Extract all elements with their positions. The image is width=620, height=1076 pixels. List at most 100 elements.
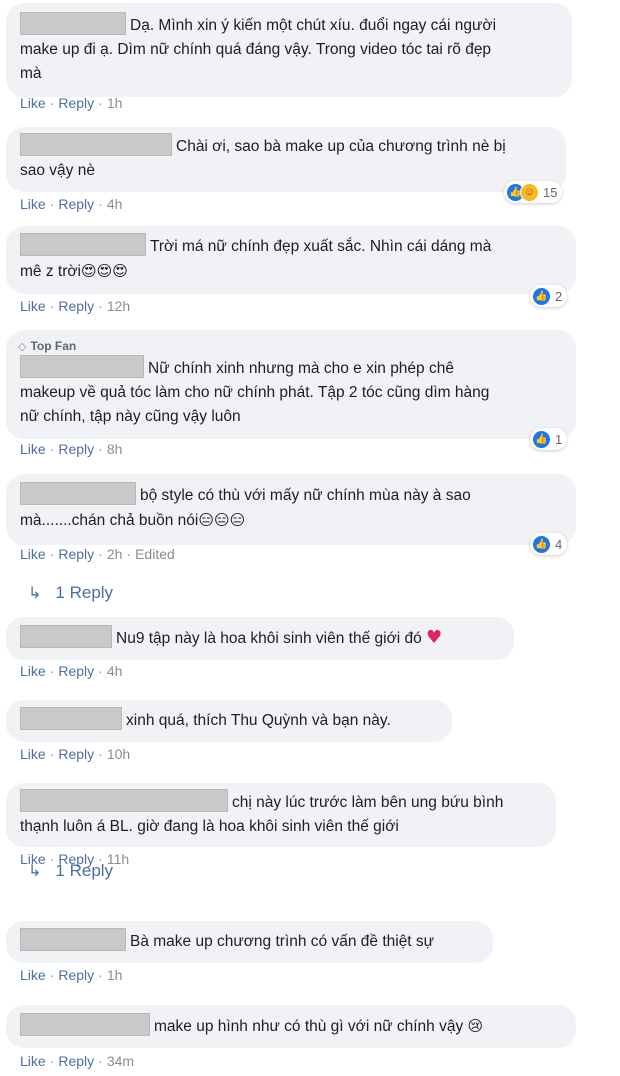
reaction-summary[interactable]: 👍 ☺ 15 — [504, 181, 563, 203]
reply-link[interactable]: Reply — [58, 95, 94, 111]
reaction-summary[interactable]: 👍 1 — [530, 428, 568, 450]
reply-link[interactable]: Reply — [58, 441, 94, 457]
like-link[interactable]: Like — [20, 1053, 46, 1069]
reaction-count: 4 — [555, 536, 563, 552]
comment-actions: Like · Reply · 4h — [20, 663, 123, 679]
reply-arrow-icon: ↳ — [28, 585, 42, 602]
timestamp[interactable]: 4h — [107, 663, 123, 679]
timestamp[interactable]: 2h — [107, 546, 123, 562]
reaction-count: 15 — [543, 184, 558, 200]
like-link[interactable]: Like — [20, 196, 46, 212]
comment-9: Bà make up chương trình có vấn đề thiệt … — [6, 921, 493, 963]
top-fan-badge: ◇ Top Fan — [18, 339, 77, 353]
redacted-author-name — [20, 12, 126, 36]
comment-text-line-1: Trời má nữ chính đẹp xuất sắc. Nhìn cái … — [150, 238, 492, 255]
reply-link[interactable]: Reply — [58, 663, 94, 679]
redacted-author-name — [20, 482, 136, 506]
comment-actions: Like · Reply · 8h — [20, 441, 123, 457]
comment-text-line-1: Chài ơi, sao bà make up của chương trình… — [176, 138, 506, 155]
like-link[interactable]: Like — [20, 298, 46, 314]
comment-text-line-2: thạnh luôn á BL. giờ đang là hoa khôi si… — [20, 818, 399, 835]
comment-text-line-3: mà — [20, 65, 42, 82]
comment-bubble: Nữ chính xinh nhưng mà cho e xin phép ch… — [6, 330, 576, 439]
comment-actions: Like · Reply · 12h — [20, 298, 131, 314]
reply-link[interactable]: Reply — [58, 967, 94, 983]
comment-text-line-2: sao vậy nè — [20, 162, 95, 179]
thumbs-up-icon: 👍 — [532, 429, 551, 449]
reaction-summary[interactable]: 👍 4 — [530, 533, 568, 555]
like-link[interactable]: Like — [20, 95, 46, 111]
timestamp[interactable]: 10h — [107, 746, 130, 762]
reply-link[interactable]: Reply — [58, 746, 94, 762]
like-link[interactable]: Like — [20, 746, 46, 762]
timestamp[interactable]: 1h — [107, 967, 123, 983]
like-link[interactable]: Like — [20, 663, 46, 679]
comment-text-line-1: chị này lúc trước làm bên ung bứu bình — [232, 794, 504, 811]
comment-bubble: Chài ơi, sao bà make up của chương trình… — [6, 127, 566, 192]
comment-bubble: chị này lúc trước làm bên ung bứu bình t… — [6, 783, 556, 847]
reply-link[interactable]: Reply — [58, 196, 94, 212]
comment-bubble: bộ style có thù với mấy nữ chính mùa này… — [6, 474, 576, 545]
heart-eyes-emoji: 😍😍😍 — [80, 262, 128, 280]
diamond-icon: ◇ — [18, 341, 27, 353]
comment-feed: Dạ. Mình xin ý kiến một chút xíu. đuổi n… — [0, 0, 620, 1076]
reply-arrow-icon: ↳ — [28, 863, 42, 880]
redacted-author-name — [20, 355, 144, 379]
comment-actions: Like · Reply · 2h · Edited — [20, 546, 175, 562]
reply-link[interactable]: Reply — [58, 546, 94, 562]
timestamp[interactable]: 34m — [107, 1053, 134, 1069]
comment-text-line-1: Nữ chính xinh nhưng mà cho e xin phép ch… — [148, 360, 454, 377]
like-link[interactable]: Like — [20, 967, 46, 983]
comment-5: bộ style có thù với mấy nữ chính mùa này… — [6, 474, 576, 545]
comment-7: xinh quá, thích Thu Quỳnh và bạn này. — [6, 700, 452, 742]
timestamp[interactable]: 1h — [107, 95, 123, 111]
comment-3: Trời má nữ chính đẹp xuất sắc. Nhìn cái … — [6, 226, 576, 294]
comment-actions: Like · Reply · 1h — [20, 95, 123, 111]
comment-actions: Like · Reply · 1h — [20, 967, 123, 983]
thumbs-up-icon: 👍 — [532, 534, 551, 554]
edited-label[interactable]: Edited — [135, 546, 175, 562]
thumbs-up-icon: 👍 — [532, 286, 551, 306]
comment-bubble: xinh quá, thích Thu Quỳnh và bạn này. — [6, 700, 452, 742]
comment-text-line-1: Dạ. Mình xin ý kiến một chút xíu. đuổi n… — [130, 17, 497, 34]
comment-text-line-2: mà.......chán chả buồn nói — [20, 512, 199, 529]
comment-actions: Like · Reply · 34m — [20, 1053, 135, 1069]
crying-emoji: 😢 — [467, 1017, 484, 1035]
comment-actions: Like · Reply · 10h — [20, 746, 131, 762]
heart-emoji: ♥ — [426, 627, 443, 648]
comment-bubble: Nu9 tập này là hoa khôi sinh viên thế gi… — [6, 617, 514, 660]
like-link[interactable]: Like — [20, 441, 46, 457]
comment-text-line-2: make up đi ạ. Dìm nữ chính quá đáng vậy.… — [20, 41, 492, 58]
comment-text-line-1: Bà make up chương trình có vấn đề thiệt … — [130, 933, 435, 950]
comment-text-line-2: mê z trời — [20, 263, 81, 280]
reply-link[interactable]: Reply — [58, 298, 94, 314]
redacted-author-name — [20, 928, 126, 952]
reply-link[interactable]: Reply — [58, 1053, 94, 1069]
like-link[interactable]: Like — [20, 546, 46, 562]
redacted-author-name — [20, 233, 146, 257]
comment-text-line-1: bộ style có thù với mấy nữ chính mùa này… — [140, 487, 471, 504]
comment-text-line-3: nữ chính, tập này cũng vậy luôn — [20, 408, 241, 425]
view-replies-link[interactable]: ↳ 1 Reply — [28, 861, 113, 881]
timestamp[interactable]: 4h — [107, 196, 123, 212]
redacted-author-name — [20, 1013, 150, 1037]
redacted-author-name — [20, 133, 172, 157]
comment-4: Nữ chính xinh nhưng mà cho e xin phép ch… — [6, 330, 576, 439]
comment-bubble: Bà make up chương trình có vấn đề thiệt … — [6, 921, 493, 963]
timestamp[interactable]: 8h — [107, 441, 123, 457]
reaction-count: 1 — [555, 431, 563, 447]
comment-10: make up hình như có thù gì với nữ chính … — [6, 1005, 576, 1048]
view-replies-link[interactable]: ↳ 1 Reply — [28, 583, 113, 603]
reaction-summary[interactable]: 👍 2 — [530, 285, 568, 307]
comment-2: Chài ơi, sao bà make up của chương trình… — [6, 127, 566, 192]
timestamp[interactable]: 12h — [107, 298, 130, 314]
comment-6: Nu9 tập này là hoa khôi sinh viên thế gi… — [6, 617, 514, 660]
comment-text-line-2: makeup về quả tóc làm cho nữ chính phát.… — [20, 384, 490, 401]
redacted-author-name — [20, 625, 112, 649]
comment-text-line-1: make up hình như có thù gì với nữ chính … — [154, 1018, 464, 1035]
reaction-count: 2 — [555, 288, 563, 304]
expressionless-emoji: 😑😑😑 — [198, 511, 246, 529]
comment-8: chị này lúc trước làm bên ung bứu bình t… — [6, 783, 556, 847]
comment-text-line-1: xinh quá, thích Thu Quỳnh và bạn này. — [126, 712, 391, 729]
comment-bubble: make up hình như có thù gì với nữ chính … — [6, 1005, 576, 1048]
